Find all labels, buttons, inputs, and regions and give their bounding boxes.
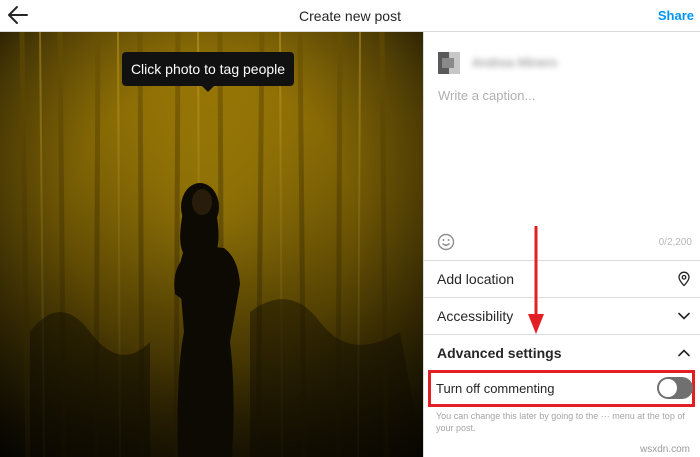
annotation-arrow — [528, 226, 544, 334]
location-pin-icon — [678, 271, 690, 287]
header-bar: Create new post Share — [0, 0, 700, 32]
chevron-down-icon — [678, 312, 690, 320]
avatar — [438, 52, 460, 74]
accessibility-row[interactable]: Accessibility — [424, 297, 700, 334]
smiley-icon — [437, 233, 455, 251]
tag-people-tooltip: Click photo to tag people — [122, 52, 294, 86]
character-count: 0/2,200 — [658, 237, 692, 248]
add-location-label: Add location — [437, 271, 515, 287]
tooltip-arrow — [202, 86, 214, 92]
turn-off-commenting-toggle[interactable] — [657, 377, 693, 399]
share-button[interactable]: Share — [658, 8, 694, 23]
advanced-settings-label: Advanced settings — [437, 345, 562, 361]
watermark: wsxdn.com — [639, 444, 690, 455]
commenting-helper-text: You can change this later by going to th… — [436, 411, 685, 433]
turn-off-commenting-label: Turn off commenting — [436, 381, 555, 396]
post-photo[interactable]: Click photo to tag people — [0, 32, 423, 457]
caption-input[interactable] — [436, 86, 690, 240]
advanced-settings-row[interactable]: Advanced settings — [424, 334, 700, 371]
username: Andrea Minero — [472, 55, 558, 70]
accessibility-label: Accessibility — [437, 308, 514, 324]
add-location-row[interactable]: Add location — [424, 260, 700, 297]
emoji-button[interactable] — [437, 233, 455, 251]
chevron-up-icon — [678, 349, 690, 357]
photo-image — [0, 32, 423, 457]
page-title: Create new post — [299, 8, 401, 24]
